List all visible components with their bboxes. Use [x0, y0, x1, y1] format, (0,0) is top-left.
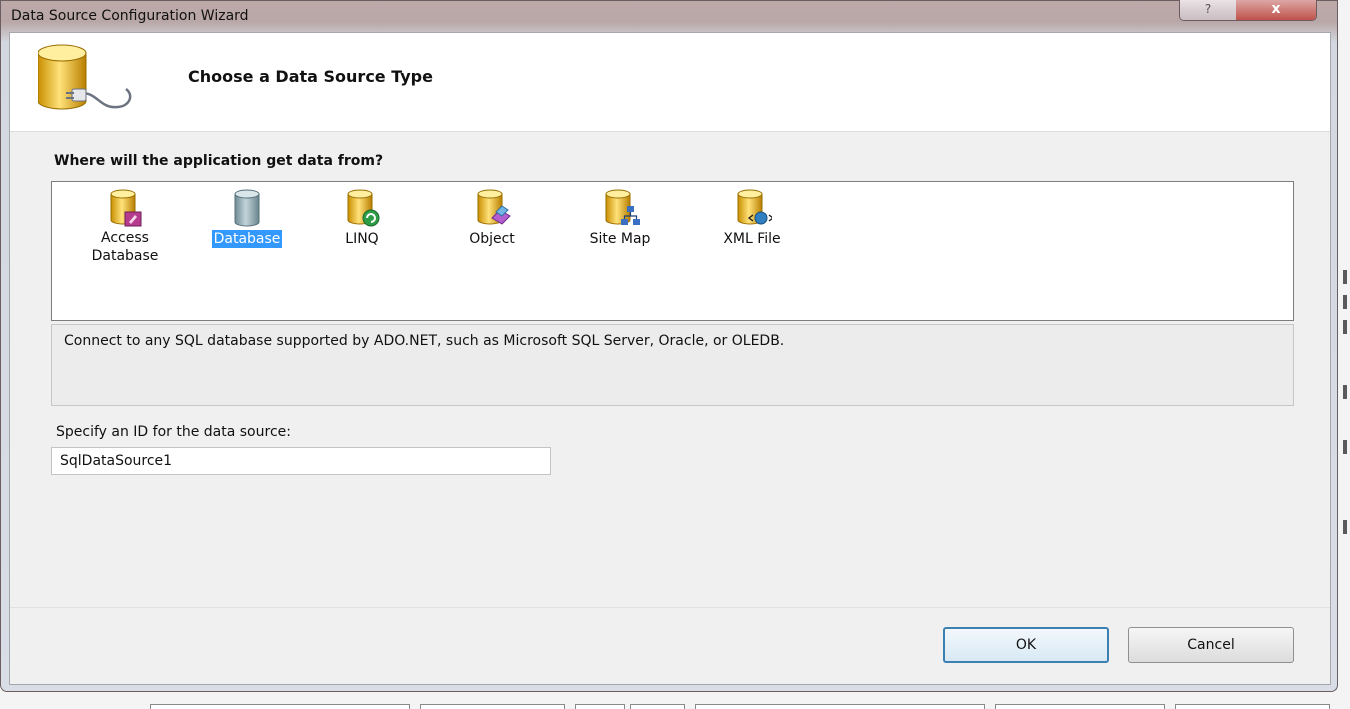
footer-divider: [10, 607, 1330, 608]
close-button[interactable]: x: [1236, 0, 1316, 20]
background-field: [1175, 704, 1330, 709]
database-icon: [234, 189, 260, 227]
data-source-id-input[interactable]: [51, 447, 551, 475]
type-database[interactable]: Database: [192, 188, 302, 248]
wizard-window: Data Source Configuration Wizard ? x Cho…: [0, 0, 1338, 692]
data-source-id-label: Specify an ID for the data source:: [56, 424, 291, 440]
window-title: Data Source Configuration Wizard: [11, 8, 249, 24]
type-label: Database: [211, 230, 283, 248]
data-source-type-list[interactable]: Access Database Database LINQ Object Sit…: [51, 181, 1294, 321]
site-map-icon: [605, 189, 640, 225]
type-label: Access Database: [91, 230, 159, 264]
cancel-button[interactable]: Cancel: [1128, 627, 1294, 663]
background-field: [995, 704, 1165, 709]
help-button[interactable]: ?: [1180, 0, 1236, 20]
linq-icon: [347, 189, 380, 227]
type-label: Site Map: [589, 231, 651, 247]
type-site-map[interactable]: Site Map: [565, 188, 675, 248]
type-description: Connect to any SQL database supported by…: [64, 333, 785, 349]
background-field: [420, 704, 565, 709]
type-object[interactable]: Object: [437, 188, 547, 248]
title-bar[interactable]: Data Source Configuration Wizard ? x: [1, 0, 1337, 32]
xml-file-icon: [737, 189, 772, 225]
type-description-box: Connect to any SQL database supported by…: [51, 324, 1294, 406]
database-plug-icon: [38, 44, 132, 110]
background-field: [695, 704, 985, 709]
background-app-edge: [1336, 0, 1350, 709]
access-database-icon: [110, 189, 142, 227]
type-label: LINQ: [345, 231, 379, 247]
page-title: Choose a Data Source Type: [188, 67, 433, 86]
background-field: [630, 704, 685, 709]
data-source-question: Where will the application get data from…: [54, 153, 384, 169]
type-label: XML File: [723, 231, 781, 247]
wizard-header: Choose a Data Source Type: [10, 33, 1330, 132]
background-field: [575, 704, 625, 709]
type-linq[interactable]: LINQ: [307, 188, 417, 248]
title-buttons: ? x: [1179, 0, 1317, 21]
type-xml-file[interactable]: XML File: [697, 188, 807, 248]
type-label: Object: [469, 231, 515, 247]
background-field: [150, 704, 410, 709]
object-icon: [477, 189, 511, 225]
type-access-database[interactable]: Access Database: [70, 188, 180, 265]
wizard-client-area: Choose a Data Source Type Where will the…: [9, 32, 1331, 685]
ok-button[interactable]: OK: [943, 627, 1109, 663]
